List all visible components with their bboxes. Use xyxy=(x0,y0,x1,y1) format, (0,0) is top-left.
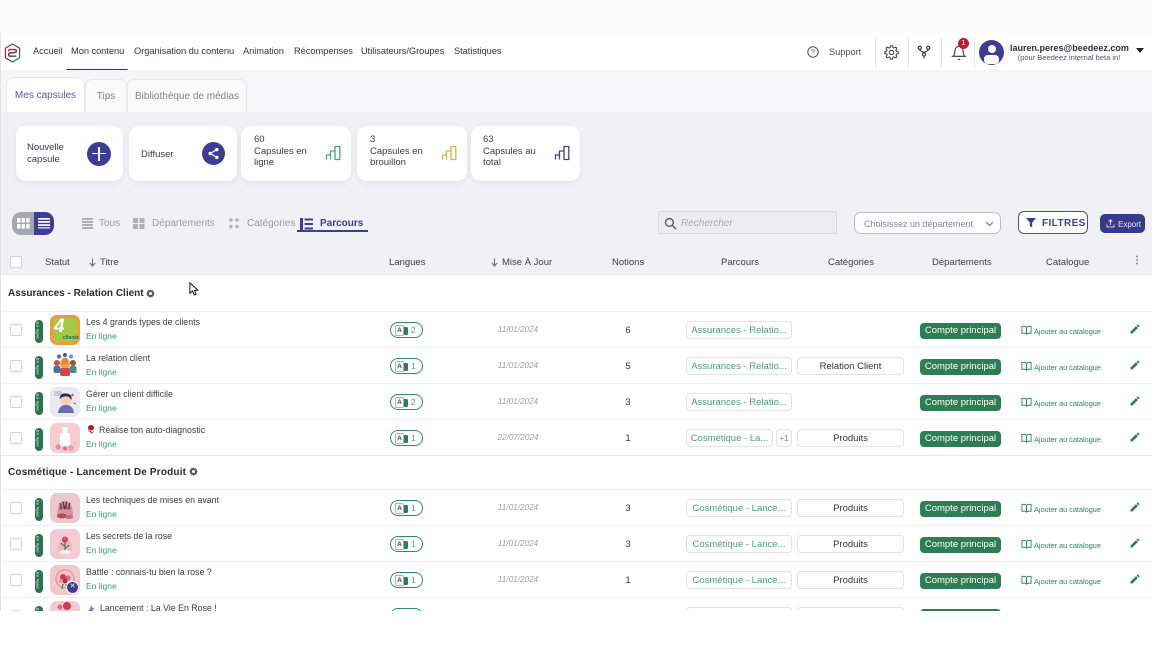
svg-text:?: ? xyxy=(811,48,815,57)
